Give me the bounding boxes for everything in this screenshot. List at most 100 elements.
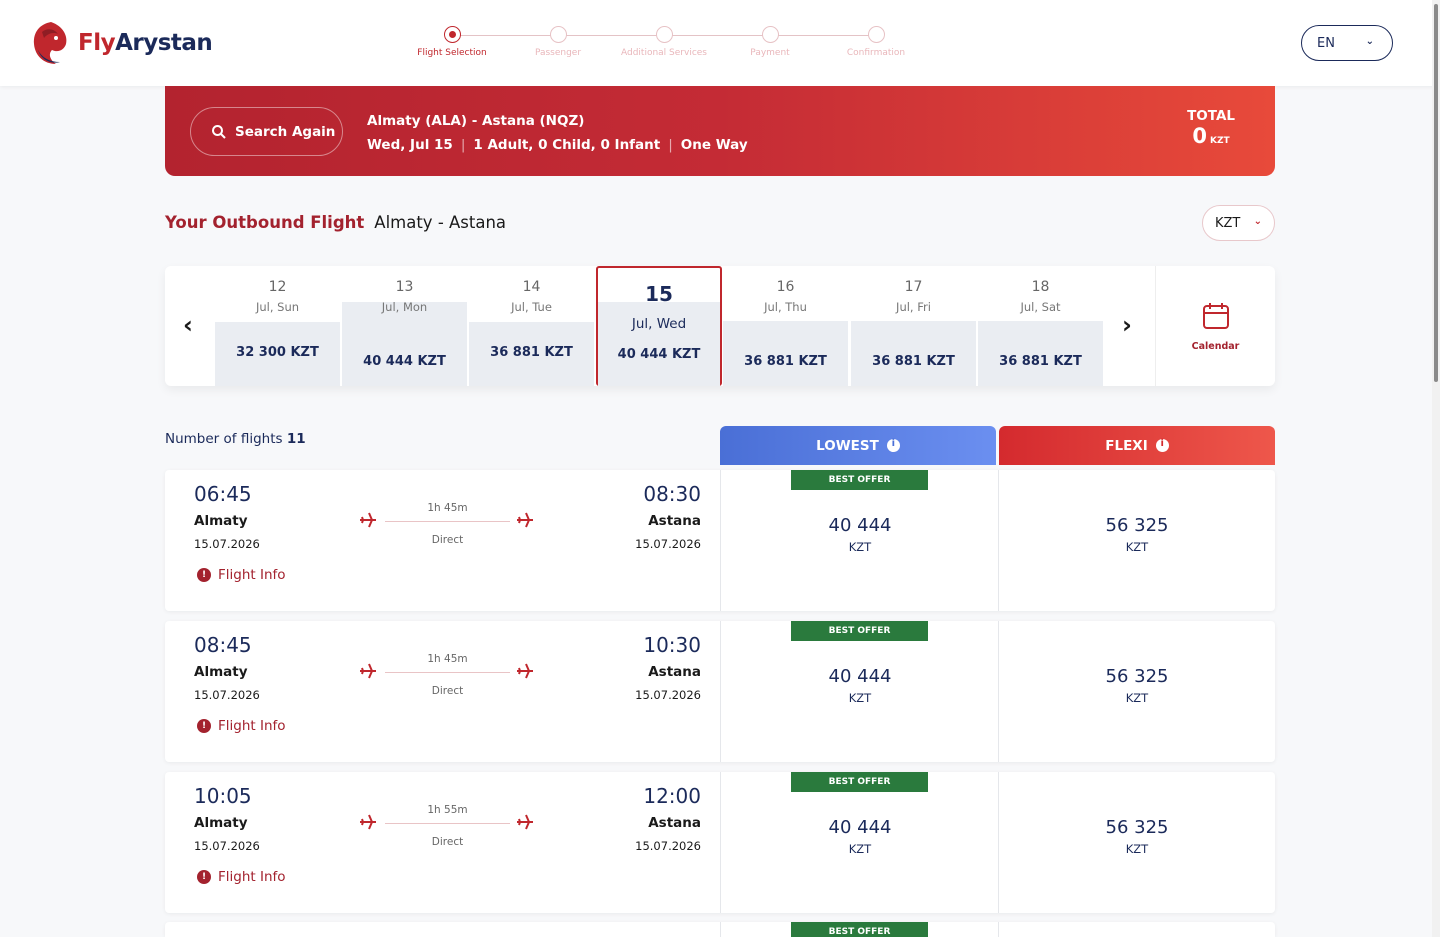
date-number: 16: [776, 279, 795, 295]
flight-row-partial: BEST OFFER: [165, 922, 1275, 937]
fare-flexi-option[interactable]: 56 325 KZT: [998, 621, 1275, 762]
date-option-14[interactable]: 14 Jul, Tue 36 881 KZT: [469, 266, 594, 386]
date-option-16[interactable]: 36 881 KZT 16 Jul, Thu: [723, 266, 848, 386]
total-value: 0: [1192, 124, 1208, 148]
date-day: Jul, Fri: [896, 300, 931, 314]
fare-flexi-option[interactable]: 56 325 KZT: [998, 470, 1275, 611]
step-flight-selection[interactable]: Flight Selection: [397, 26, 507, 58]
separator: |: [668, 137, 673, 153]
airplane-icon: [517, 663, 533, 679]
calendar-icon: [1202, 303, 1229, 329]
separator: |: [460, 137, 466, 153]
fare-currency: KZT: [848, 691, 872, 705]
next-dates-arrow-icon[interactable]: ›: [1122, 311, 1132, 339]
date-price: 40 444 KZT: [342, 302, 467, 386]
flight-type: Direct: [431, 836, 464, 848]
departure-time: 08:45: [194, 633, 252, 657]
date-option-12[interactable]: 12 Jul, Sun 32 300 KZT: [215, 266, 340, 386]
best-offer-badge: BEST OFFER: [791, 621, 928, 641]
calendar-button[interactable]: Calendar: [1155, 266, 1275, 386]
date-option-13[interactable]: 40 444 KZT 13 Jul, Mon: [342, 266, 467, 386]
fare-flexi-option[interactable]: [998, 922, 1275, 937]
arrival-date: 15.07.2026: [635, 537, 701, 551]
date-price: 32 300 KZT: [215, 322, 340, 386]
currency-selector[interactable]: KZT ⌄: [1202, 205, 1275, 241]
date-price: 36 881 KZT: [851, 321, 976, 386]
fare-price: 56 325: [1105, 817, 1169, 838]
flight-duration: 1h 45m: [427, 502, 468, 514]
fare-lowest-option[interactable]: BEST OFFER 40 444 KZT: [720, 470, 999, 611]
fare-currency: KZT: [848, 540, 872, 554]
date-price: 40 444 KZT: [617, 347, 701, 362]
arrival-date: 15.07.2026: [635, 839, 701, 853]
previous-dates-arrow-icon[interactable]: ‹: [183, 311, 193, 339]
flights-count-value: 11: [286, 431, 306, 447]
fare-price: 56 325: [1105, 666, 1169, 687]
route-line: [385, 823, 510, 824]
total-currency: KZT: [1210, 136, 1230, 146]
trip-date: Wed, Jul 15: [367, 137, 453, 153]
passenger-count: 1 Adult, 0 Child, 0 Infant: [473, 137, 661, 153]
lion-logo-icon: [33, 22, 67, 64]
fare-currency: KZT: [848, 842, 872, 856]
step-passenger[interactable]: Passenger: [503, 26, 613, 58]
fare-lowest-option[interactable]: BEST OFFER 40 444 KZT: [720, 621, 999, 762]
date-day: Jul, Sat: [1020, 300, 1061, 314]
info-icon: !: [197, 870, 211, 884]
date-option-15-selected[interactable]: 15 Jul, Wed 40 444 KZT: [596, 266, 722, 386]
best-offer-badge: BEST OFFER: [791, 470, 928, 490]
flight-info-link[interactable]: ! Flight Info: [197, 567, 286, 583]
flyarystan-logo[interactable]: FlyArystan: [30, 20, 213, 66]
arrival-city: Astana: [648, 513, 701, 529]
arrival-time: 12:00: [643, 784, 701, 808]
scrollbar-thumb[interactable]: [1434, 4, 1438, 382]
fare-lowest-option[interactable]: BEST OFFER: [720, 922, 999, 937]
date-option-17[interactable]: 36 881 KZT 17 Jul, Fri: [851, 266, 976, 386]
chevron-down-icon: ⌄: [1365, 36, 1374, 47]
departure-date: 15.07.2026: [194, 688, 260, 702]
best-offer-badge: BEST OFFER: [791, 922, 928, 937]
brand-name: FlyArystan: [78, 30, 213, 56]
step-confirmation[interactable]: Confirmation: [821, 26, 931, 58]
search-again-button[interactable]: Search Again: [190, 107, 343, 156]
trip-details: Wed, Jul 15 | 1 Adult, 0 Child, 0 Infant | O…: [367, 137, 748, 153]
date-number: 12: [268, 279, 287, 295]
date-day: Jul, Mon: [381, 300, 428, 314]
flight-info-link[interactable]: ! Flight Info: [197, 718, 286, 734]
arrival-time: 08:30: [643, 482, 701, 506]
flight-info-link[interactable]: ! Flight Info: [197, 869, 286, 885]
date-option-18[interactable]: 36 881 KZT 18 Jul, Sat: [978, 266, 1103, 386]
airplane-icon: [360, 512, 376, 528]
airplane-icon: [517, 814, 533, 830]
route-line: [385, 672, 510, 673]
booking-steps: Flight Selection Passenger Additional Se…: [402, 26, 932, 66]
top-header: FlyArystan Flight Selection Passenger Ad…: [0, 0, 1440, 86]
flight-row: 08:45 Almaty 15.07.2026 1h 45m Direct 10…: [165, 621, 1275, 762]
fare-flexi-option[interactable]: 56 325 KZT: [998, 772, 1275, 913]
step-dot: [655, 26, 673, 43]
outbound-title: Your Outbound Flight: [165, 213, 365, 232]
step-additional-services[interactable]: Additional Services: [609, 26, 719, 58]
fare-header-lowest[interactable]: LOWEST: [720, 426, 996, 465]
info-icon[interactable]: [886, 438, 900, 452]
fare-lowest-option[interactable]: BEST OFFER 40 444 KZT: [720, 772, 999, 913]
flight-duration: 1h 55m: [427, 804, 468, 816]
flight-type: Direct: [431, 534, 464, 546]
fare-price: 40 444: [828, 515, 892, 536]
info-icon[interactable]: [1155, 438, 1169, 452]
arrival-date: 15.07.2026: [635, 688, 701, 702]
fare-header-flexi[interactable]: FLEXI: [999, 426, 1275, 465]
search-again-label: Search Again: [235, 123, 336, 140]
departure-city: Almaty: [194, 815, 248, 831]
info-icon: !: [197, 568, 211, 582]
page-scrollbar[interactable]: [1432, 0, 1440, 937]
step-label: Additional Services: [621, 48, 707, 58]
fare-currency: KZT: [1125, 842, 1149, 856]
step-payment[interactable]: Payment: [715, 26, 825, 58]
date-day: Jul, Sun: [255, 300, 300, 314]
step-dot: [443, 26, 461, 43]
language-selector[interactable]: EN ⌄: [1301, 25, 1393, 61]
date-number: 15: [645, 282, 673, 306]
flight-info-label: Flight Info: [218, 567, 286, 583]
step-dot: [761, 26, 779, 43]
